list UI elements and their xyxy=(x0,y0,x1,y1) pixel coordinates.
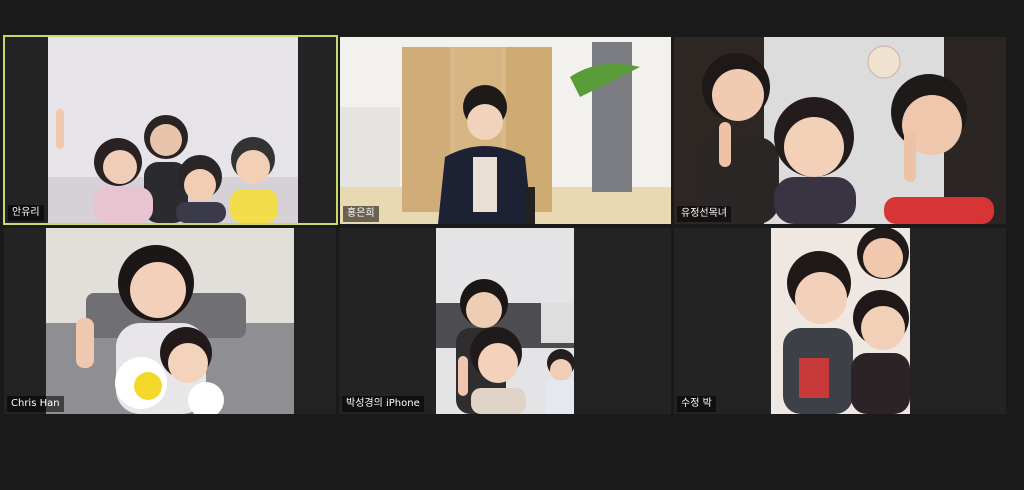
participant-video-3 xyxy=(674,37,1006,224)
participant-tile-1[interactable]: 안유리 xyxy=(3,35,338,225)
participant-video-1 xyxy=(48,37,298,223)
participant-tile-3[interactable]: 유정선목녀 xyxy=(674,37,1006,224)
participant-tile-6[interactable]: 수정 박 xyxy=(674,228,1006,414)
participant-name-2: 홍은희 xyxy=(343,206,379,222)
participant-tile-4[interactable]: Chris Han xyxy=(4,228,336,414)
participant-name-5: 박성경의 iPhone xyxy=(342,396,424,412)
participant-video-4 xyxy=(46,228,294,414)
participant-name-4: Chris Han xyxy=(7,396,64,412)
participant-video-5 xyxy=(436,228,574,414)
participant-name-1: 안유리 xyxy=(8,205,44,221)
participant-tile-5[interactable]: 박성경의 iPhone xyxy=(339,228,671,414)
participant-video-6 xyxy=(771,228,910,414)
participant-video-2 xyxy=(340,37,671,224)
participant-name-3: 유정선목녀 xyxy=(677,206,731,222)
participant-tile-2[interactable]: 홍은희 xyxy=(340,37,671,224)
participant-name-6: 수정 박 xyxy=(677,396,716,412)
